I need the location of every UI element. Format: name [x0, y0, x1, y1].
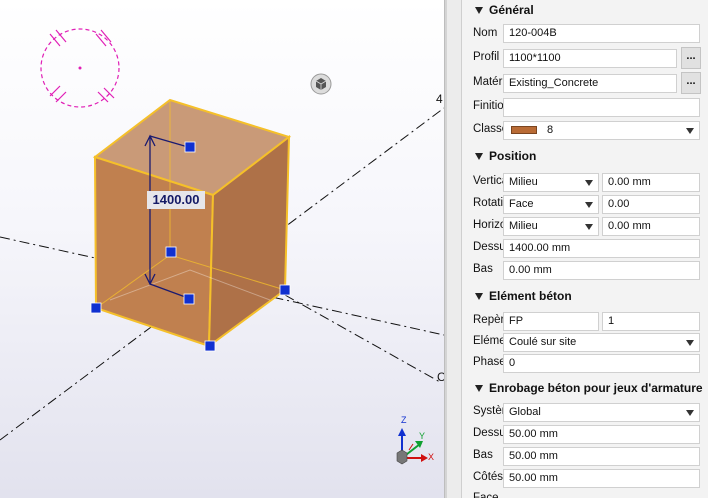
enrobage-dessus-label: Dessus — [473, 427, 503, 439]
viewport-canvas — [0, 28, 444, 465]
dessus-field[interactable]: 1400.00 mm — [503, 239, 700, 258]
bas-field[interactable]: 0.00 mm — [503, 261, 700, 280]
rotation-gizmo[interactable] — [40, 28, 120, 108]
classe-value: 8 — [547, 124, 554, 136]
section-enrobage[interactable]: Enrobage béton pour jeux d'armature — [461, 378, 708, 398]
dessus-label: Dessus — [473, 241, 503, 253]
section-position[interactable]: Position — [461, 146, 708, 166]
section-title: Général — [489, 3, 534, 17]
grip-handle — [90, 302, 102, 314]
collapse-icon — [475, 152, 483, 160]
properties-content: Général Nom 120-004B Profil 1100*1100 Ma… — [461, 0, 708, 498]
materiau-browse-button[interactable]: ... — [681, 72, 701, 94]
profil-field[interactable]: 1100*1100 — [503, 49, 677, 68]
nom-field[interactable]: 120-004B — [503, 24, 700, 43]
verticale-offset-field[interactable]: 0.00 mm — [602, 173, 700, 192]
verticale-label: Verticale — [473, 175, 503, 187]
grid-label-top: 4 — [436, 92, 443, 106]
element-select[interactable]: Coulé sur site — [503, 333, 700, 352]
dimension-value-label[interactable]: 1400.00 — [147, 191, 205, 209]
panel-gutter — [447, 0, 461, 498]
class-color-swatch — [511, 126, 537, 135]
section-element-beton[interactable]: Elément béton — [461, 286, 708, 306]
collapse-icon — [475, 292, 483, 300]
model-viewport[interactable]: 1400.00 4 C Z Y X — [0, 0, 444, 498]
element-label: Elément — [473, 335, 503, 347]
repere-prefix-field[interactable]: FP — [503, 312, 599, 331]
phase-field[interactable]: 0 — [503, 354, 700, 373]
section-general[interactable]: Général — [461, 0, 708, 20]
classe-select[interactable]: 8 — [503, 121, 700, 140]
verticale-select[interactable]: Milieu — [503, 173, 599, 192]
section-title: Position — [489, 149, 537, 163]
grip-handle — [204, 340, 216, 352]
finition-field[interactable] — [503, 98, 700, 117]
enrobage-face-label: Face — [473, 492, 499, 498]
collapse-icon — [475, 384, 483, 392]
rotation-offset-field[interactable]: 0.00 — [602, 195, 700, 214]
enrobage-dessus-field[interactable]: 50.00 mm — [503, 425, 700, 444]
grip-handle — [279, 284, 291, 296]
materiau-field[interactable]: Existing_Concrete — [503, 74, 677, 93]
grip-handle — [184, 141, 196, 153]
y-axis-label: Y — [419, 431, 426, 441]
phase-label: Phase — [473, 356, 503, 368]
rotation-label: Rotation — [473, 197, 503, 209]
section-title: Enrobage béton pour jeux d'armature — [489, 381, 703, 395]
grid-label-bottom: C — [437, 370, 444, 384]
grid-line — [284, 294, 441, 383]
systeme-select[interactable]: Global — [503, 403, 700, 422]
profil-label: Profil — [473, 51, 500, 63]
systeme-label: Système — [473, 405, 503, 417]
materiau-label: Matériau — [473, 76, 503, 88]
concrete-column[interactable] — [92, 98, 292, 349]
horizontale-label: Horizontale — [473, 219, 503, 231]
bas-label: Bas — [473, 263, 493, 275]
grip-handle — [165, 246, 177, 258]
horizontale-offset-field[interactable]: 0.00 mm — [602, 217, 700, 236]
repere-start-field[interactable]: 1 — [602, 312, 700, 331]
enrobage-bas-field[interactable]: 50.00 mm — [503, 447, 700, 466]
collapse-icon — [475, 6, 483, 14]
nom-label: Nom — [473, 27, 498, 39]
enrobage-bas-label: Bas — [473, 449, 493, 461]
z-axis-label: Z — [401, 415, 407, 425]
x-axis-label: X — [428, 452, 435, 462]
classe-label: Classe — [473, 123, 503, 135]
enrobage-cotes-label: Côtés — [473, 471, 503, 483]
repere-label: Repère — [473, 314, 503, 326]
horizontale-select[interactable]: Milieu — [503, 217, 599, 236]
view-cube-icon[interactable] — [310, 73, 332, 95]
rotation-select[interactable]: Face — [503, 195, 599, 214]
grip-handle — [183, 293, 195, 305]
section-title: Elément béton — [489, 289, 572, 303]
enrobage-cotes-field[interactable]: 50.00 mm — [503, 469, 700, 488]
profil-browse-button[interactable]: ... — [681, 47, 701, 69]
finition-label: Finition — [473, 100, 503, 112]
